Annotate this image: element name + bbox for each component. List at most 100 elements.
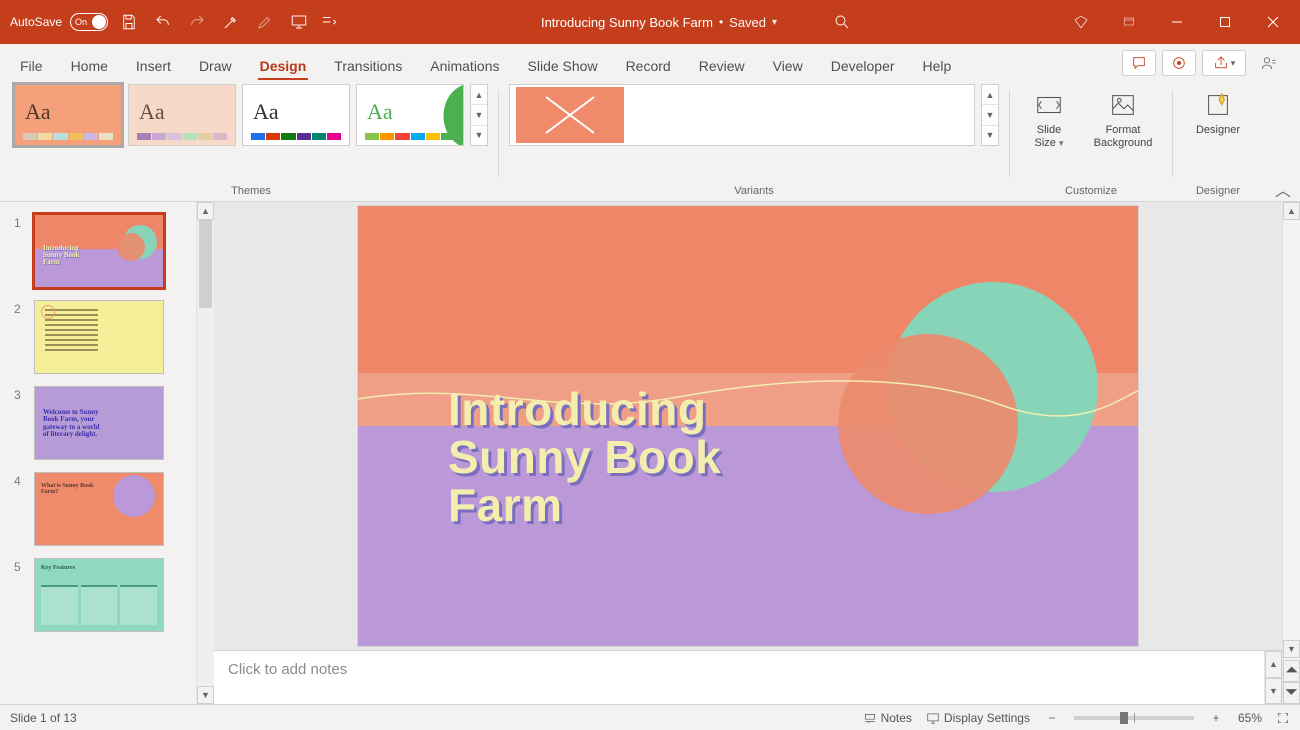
slide-indicator[interactable]: Slide 1 of 13 (10, 711, 77, 725)
themes-gallery[interactable]: AaAaAaAa (14, 84, 464, 146)
notes-toggle[interactable]: Notes (863, 711, 912, 725)
scroll-down-icon[interactable]: ▼ (197, 686, 214, 704)
display-settings-button[interactable]: Display Settings (926, 711, 1030, 725)
scroll-up-icon[interactable]: ▲ (1283, 202, 1300, 220)
eyedropper-icon[interactable] (218, 9, 244, 35)
mini-slide[interactable] (34, 300, 164, 374)
tab-home[interactable]: Home (57, 52, 122, 80)
minimize-button[interactable] (1154, 0, 1200, 44)
tab-developer[interactable]: Developer (817, 52, 909, 80)
comments-button[interactable] (1122, 50, 1156, 76)
status-bar: Slide 1 of 13 Notes Display Settings − +… (0, 704, 1300, 730)
tab-design[interactable]: Design (246, 52, 321, 80)
group-variants: ▲ ▼ ▼ Variants (503, 84, 1005, 201)
scroll-up-icon[interactable]: ▲ (197, 202, 214, 220)
theme-thumb-1[interactable]: Aa (14, 84, 122, 146)
prev-slide-icon[interactable]: ⏶ (1283, 660, 1300, 682)
gallery-down-icon[interactable]: ▼ (982, 105, 998, 125)
document-title[interactable]: Introducing Sunny Book Farm (541, 15, 713, 30)
tab-animations[interactable]: Animations (416, 52, 513, 80)
save-status: Saved (729, 15, 766, 30)
title-bar: AutoSave On Introducing Sunny Book Farm … (0, 0, 1300, 44)
collapse-ribbon-icon[interactable]: ︿ (1272, 181, 1294, 197)
group-customize: Slide Size ▾ Format Background Customize (1014, 84, 1168, 201)
group-label-designer: Designer (1196, 181, 1240, 201)
slide-number: 1 (14, 214, 26, 230)
thumbnail-scrollbar[interactable]: ▲ ▼ (196, 202, 214, 704)
notes-scrollbar[interactable]: ▲ ▼ (1264, 651, 1282, 704)
gallery-more-icon[interactable]: ▼ (982, 126, 998, 145)
canvas-area[interactable]: Introducing Sunny Book Farm (214, 202, 1282, 650)
tab-record[interactable]: Record (612, 52, 685, 80)
premium-icon[interactable] (1058, 0, 1104, 44)
work-area: 1 IntroducingSunny BookFarm 2 3Welcome to S… (0, 202, 1300, 704)
zoom-level[interactable]: 65% (1238, 711, 1262, 725)
search-icon[interactable] (829, 9, 855, 35)
mini-slide[interactable]: Welcome to SunnyBook Farm, yourgateway t… (34, 386, 164, 460)
tab-transitions[interactable]: Transitions (320, 52, 416, 80)
variant-thumb[interactable] (516, 87, 624, 143)
tab-file[interactable]: File (6, 52, 57, 80)
slide-number: 2 (14, 300, 26, 316)
notes-pane[interactable]: Click to add notes ▲ ▼ (214, 650, 1282, 704)
themes-gallery-scroll[interactable]: ▲ ▼ ▼ (470, 84, 488, 146)
tab-slideshow[interactable]: Slide Show (514, 52, 612, 80)
format-background-button[interactable]: Format Background (1084, 84, 1162, 149)
save-icon[interactable] (116, 9, 142, 35)
mini-slide[interactable]: IntroducingSunny BookFarm (34, 214, 164, 288)
slide-thumbnail-3[interactable]: 3Welcome to SunnyBook Farm, yourgateway … (0, 380, 196, 466)
account-icon[interactable] (1252, 50, 1286, 76)
zoom-in-button[interactable]: + (1208, 711, 1224, 725)
slide-number: 5 (14, 558, 26, 574)
gallery-down-icon[interactable]: ▼ (471, 105, 487, 125)
slide-thumbnail-2[interactable]: 2 (0, 294, 196, 380)
variants-gallery[interactable] (509, 84, 975, 146)
designer-button[interactable]: Designer (1183, 84, 1253, 137)
chevron-down-icon[interactable]: ▾ (772, 17, 777, 28)
variants-gallery-scroll[interactable]: ▲ ▼ ▼ (981, 84, 999, 146)
tab-help[interactable]: Help (909, 52, 966, 80)
editor-scrollbar[interactable]: ▲ ▼ ⏶ ⏷ (1282, 202, 1300, 704)
slide-thumbnail-4[interactable]: 4What is Sunny BookFarm? (0, 466, 196, 552)
maximize-button[interactable] (1202, 0, 1248, 44)
scroll-up-icon[interactable]: ▲ (1265, 651, 1282, 678)
autosave-toggle[interactable]: On (70, 13, 108, 31)
slide-thumbnail-1[interactable]: 1 IntroducingSunny BookFarm (0, 208, 196, 294)
present-icon[interactable] (286, 9, 312, 35)
ribbon-tabs: File Home Insert Draw Design Transitions… (0, 44, 1300, 80)
ribbon-display-icon[interactable] (1106, 0, 1152, 44)
theme-thumb-3[interactable]: Aa (242, 84, 350, 146)
record-button[interactable] (1162, 50, 1196, 76)
tab-insert[interactable]: Insert (122, 52, 185, 80)
mini-slide[interactable]: What is Sunny BookFarm? (34, 472, 164, 546)
gallery-more-icon[interactable]: ▼ (471, 126, 487, 145)
gallery-up-icon[interactable]: ▲ (471, 85, 487, 105)
zoom-slider[interactable] (1074, 716, 1194, 720)
qat-overflow-icon[interactable] (320, 9, 338, 35)
zoom-out-button[interactable]: − (1044, 711, 1060, 725)
next-slide-icon[interactable]: ⏷ (1283, 682, 1300, 704)
group-label-themes: Themes (231, 181, 271, 201)
scroll-down-icon[interactable]: ▼ (1283, 640, 1300, 658)
tab-review[interactable]: Review (685, 52, 759, 80)
group-themes: AaAaAaAa ▲ ▼ ▼ Themes (8, 84, 494, 201)
tab-view[interactable]: View (759, 52, 817, 80)
close-button[interactable] (1250, 0, 1296, 44)
slide-canvas[interactable]: Introducing Sunny Book Farm (358, 206, 1138, 646)
theme-thumb-4[interactable]: Aa (356, 84, 464, 146)
highlighter-icon[interactable] (252, 9, 278, 35)
scroll-down-icon[interactable]: ▼ (1265, 678, 1282, 705)
redo-icon[interactable] (184, 9, 210, 35)
slide-size-button[interactable]: Slide Size ▾ (1020, 84, 1078, 149)
slide-title[interactable]: Introducing Sunny Book Farm (448, 386, 721, 530)
scrollbar-handle[interactable] (199, 220, 212, 308)
tab-draw[interactable]: Draw (185, 52, 246, 80)
slide-thumbnail-5[interactable]: 5 Key Features (0, 552, 196, 638)
theme-thumb-2[interactable]: Aa (128, 84, 236, 146)
gallery-up-icon[interactable]: ▲ (982, 85, 998, 105)
ribbon: AaAaAaAa ▲ ▼ ▼ Themes ▲ ▼ ▼ Variants (0, 80, 1300, 202)
share-button[interactable]: ▾ (1202, 50, 1246, 76)
fit-to-window-icon[interactable] (1276, 711, 1290, 725)
mini-slide[interactable]: Key Features (34, 558, 164, 632)
undo-icon[interactable] (150, 9, 176, 35)
